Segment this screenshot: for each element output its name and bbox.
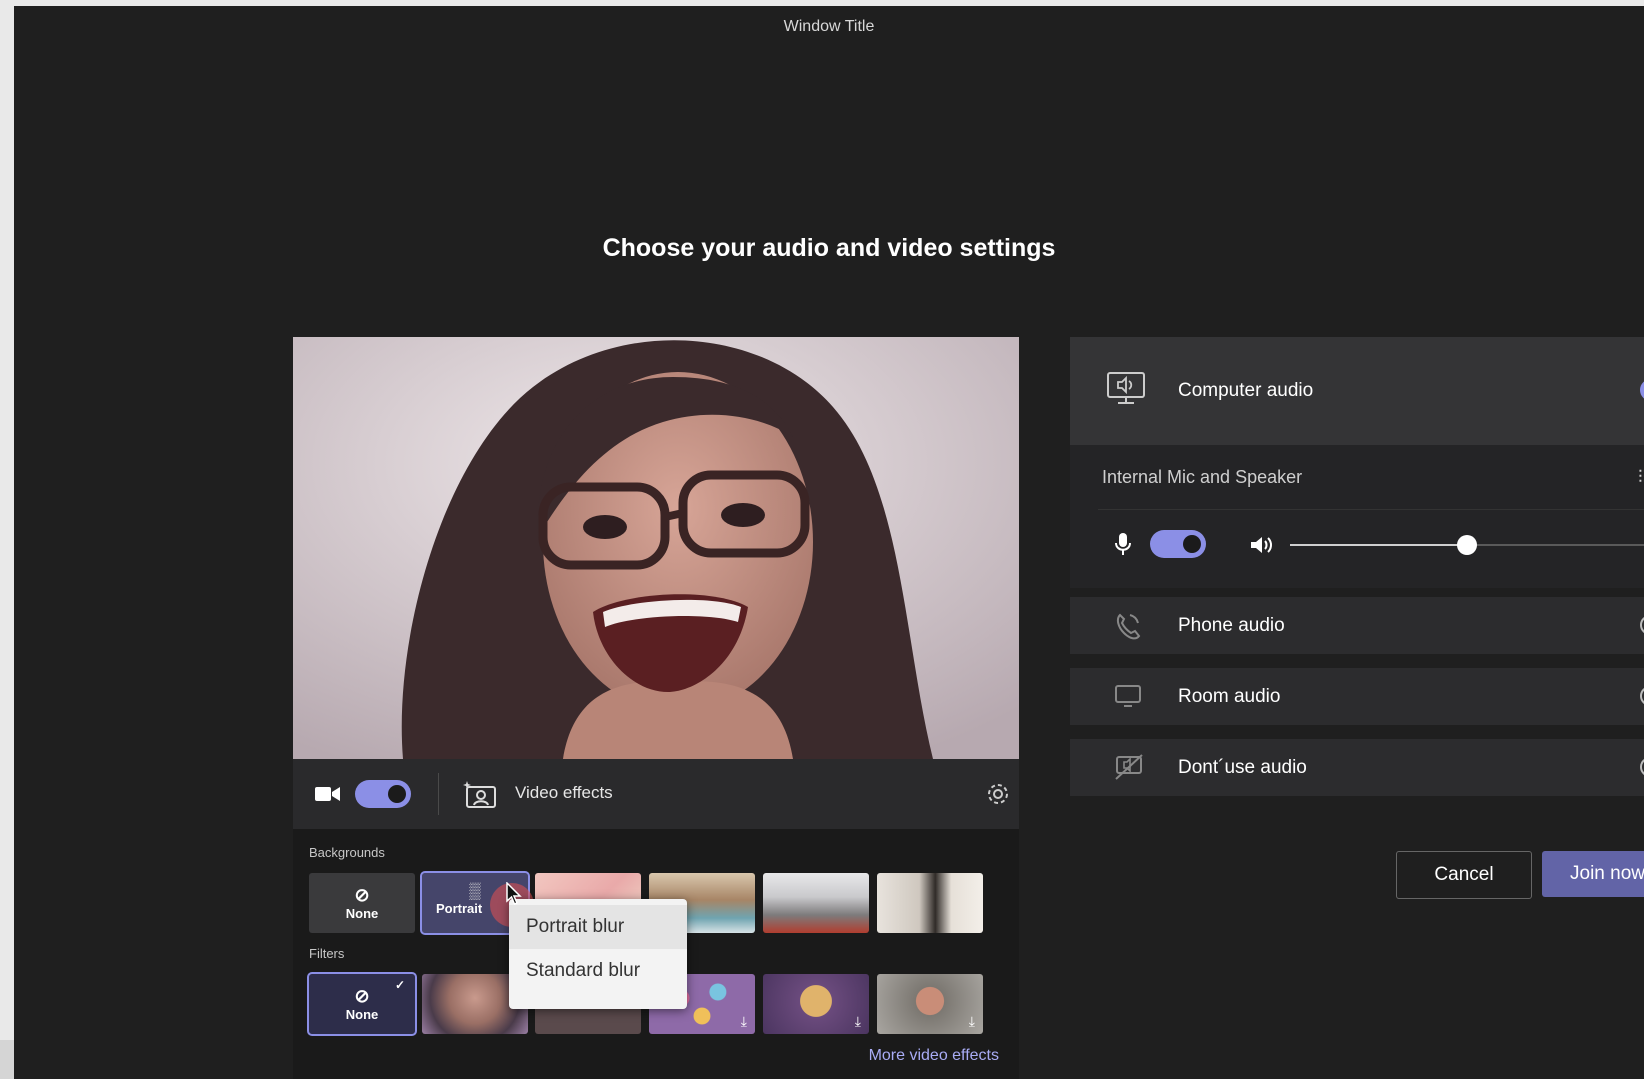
computer-audio-settings: Internal Mic and Speaker ⫶⫶ (1070, 445, 1644, 588)
computer-audio-option[interactable]: Computer audio ✓ (1070, 337, 1644, 445)
video-effects-icon[interactable] (463, 781, 499, 809)
none-label: None (345, 906, 379, 921)
download-icon: ⤓ (740, 1013, 747, 1029)
monitor-icon (1115, 685, 1141, 707)
volume-slider-track[interactable] (1290, 535, 1644, 555)
none-label: None (345, 1007, 379, 1022)
room-audio-label: Room audio (1178, 686, 1281, 707)
no-audio-label: Dont´use audio (1178, 757, 1307, 778)
room-audio-option[interactable]: Room audio (1070, 668, 1644, 725)
checkmark-icon: ✓ (394, 978, 405, 992)
settings-gear-icon[interactable] (986, 782, 1010, 806)
microphone-icon (1115, 533, 1131, 555)
none-icon: ⊘ (354, 885, 370, 905)
background-thumbnail[interactable] (877, 873, 983, 933)
computer-speaker-icon (1107, 372, 1145, 404)
meeting-prejoin-window: Window Title Choose your audio and video… (14, 6, 1644, 1079)
device-settings-icon[interactable]: ⫶⫶ (1638, 467, 1644, 488)
microphone-toggle[interactable] (1150, 530, 1206, 558)
background-none[interactable]: ⊘ None (309, 873, 415, 933)
phone-audio-option[interactable]: Phone audio (1070, 597, 1644, 654)
join-now-button[interactable]: Join now (1542, 851, 1644, 897)
filter-thumbnail[interactable]: ⤓ (763, 974, 869, 1034)
mouse-cursor-icon (506, 882, 522, 905)
page-heading: Choose your audio and video settings (602, 234, 1056, 262)
background-thumbnail[interactable] (763, 873, 869, 933)
phone-audio-label: Phone audio (1178, 615, 1285, 636)
audio-off-icon (1115, 754, 1143, 780)
computer-audio-label: Computer audio (1178, 380, 1314, 401)
blur-options-menu: Portrait blur Standard blur (509, 899, 687, 1009)
camera-feed-image (293, 337, 1019, 759)
divider (1098, 509, 1644, 510)
camera-toggle[interactable] (355, 780, 411, 808)
download-icon: ⤓ (854, 1013, 861, 1029)
cancel-button[interactable]: Cancel (1396, 851, 1532, 899)
window-title: Window Title (783, 18, 875, 35)
more-video-effects-link[interactable]: More video effects (869, 1047, 999, 1065)
no-audio-option[interactable]: Dont´use audio (1070, 739, 1644, 796)
audio-device-name: Internal Mic and Speaker (1102, 467, 1303, 487)
download-icon: ⤓ (968, 1013, 975, 1029)
filter-thumbnail[interactable]: ⤓ (877, 974, 983, 1034)
divider (438, 773, 439, 815)
speaker-volume-icon (1251, 537, 1272, 553)
desktop-edge (0, 1040, 14, 1079)
video-effects-label[interactable]: Video effects (515, 783, 613, 803)
phone-audio-radio[interactable] (1640, 615, 1644, 635)
no-audio-radio[interactable] (1640, 757, 1644, 777)
filters-label: Filters (309, 946, 345, 961)
phone-icon (1116, 613, 1141, 640)
camera-icon (315, 787, 340, 801)
room-audio-radio[interactable] (1640, 686, 1644, 706)
volume-slider-fill (1290, 544, 1467, 546)
volume-slider-thumb[interactable] (1456, 535, 1477, 555)
selected-check-icon: ✓ (1640, 379, 1644, 401)
menu-item-portrait-blur[interactable]: Portrait blur (509, 905, 687, 949)
filter-none[interactable]: ⊘ None ✓ (307, 972, 417, 1036)
backgrounds-label: Backgrounds (309, 845, 385, 860)
camera-preview (293, 337, 1019, 759)
video-controls-bar: Video effects (293, 759, 1019, 829)
menu-item-standard-blur[interactable]: Standard blur (509, 949, 687, 993)
